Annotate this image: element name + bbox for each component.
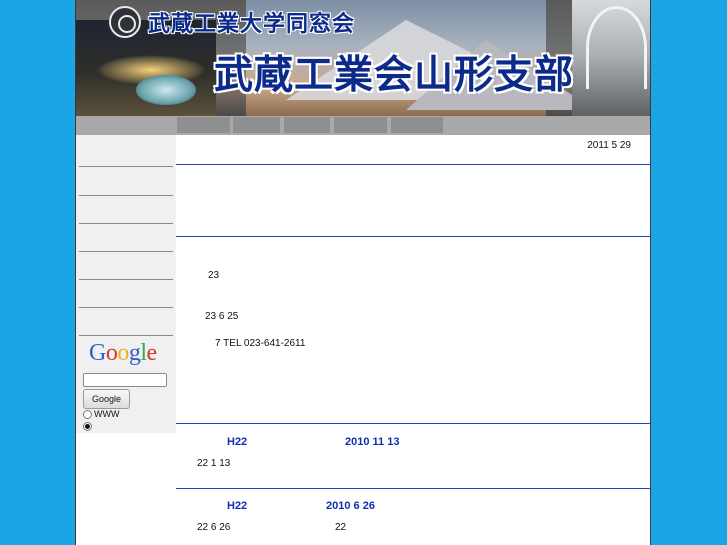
sidebar-item-6[interactable] [79,279,173,308]
logo-icon [109,6,141,38]
sidebar-item-3[interactable] [79,195,173,224]
content-line: 7 TEL 023-641-2611 [215,338,306,349]
radio-site[interactable] [83,422,92,431]
sidebar-item-2[interactable] [79,167,173,196]
news-heading[interactable]: H22 [227,500,247,512]
header-banner: 武蔵工業大学同窓会 武蔵工業会山形支部 [76,0,650,116]
radio-www[interactable] [83,410,92,419]
news-body: 22 [335,522,347,533]
content-line: 23 [208,270,220,281]
nav-tab-2[interactable] [233,117,280,133]
page-container: 武蔵工業大学同窓会 武蔵工業会山形支部 Google Google WWW 20… [75,0,651,545]
nav-tab-4[interactable] [334,117,387,133]
banner-fountain [136,75,196,105]
sidebar-item-7[interactable] [79,307,173,336]
sidebar-item-5[interactable] [79,251,173,280]
content-line: 23 6 25 [205,311,239,322]
divider [176,164,650,165]
nav-bar [76,116,650,135]
news-heading-date[interactable]: 2010 11 13 [345,436,399,448]
nav-tab-1[interactable] [177,117,230,133]
sidebar-item-1[interactable] [79,138,173,167]
news-heading-date[interactable]: 2010 6 26 [326,500,375,512]
search-button[interactable]: Google [83,389,130,409]
news-body: 22 6 26 [197,522,231,533]
divider [176,236,650,237]
google-logo: Google [89,340,157,366]
radio-www-label: WWW [94,409,120,419]
sidebar-item-4[interactable] [79,223,173,252]
divider [176,423,650,424]
divider [176,488,650,489]
search-input[interactable] [83,373,167,387]
site-subtitle: 武蔵工業大学同窓会 [148,12,356,37]
nav-tab-3[interactable] [284,117,330,133]
update-date: 2011 5 29 [587,140,631,151]
banner-monument-arc [586,6,647,89]
site-title: 武蔵工業会山形支部 [214,53,575,98]
news-heading[interactable]: H22 [227,436,247,448]
nav-tab-5[interactable] [391,117,443,133]
news-body: 22 1 13 [197,458,231,469]
